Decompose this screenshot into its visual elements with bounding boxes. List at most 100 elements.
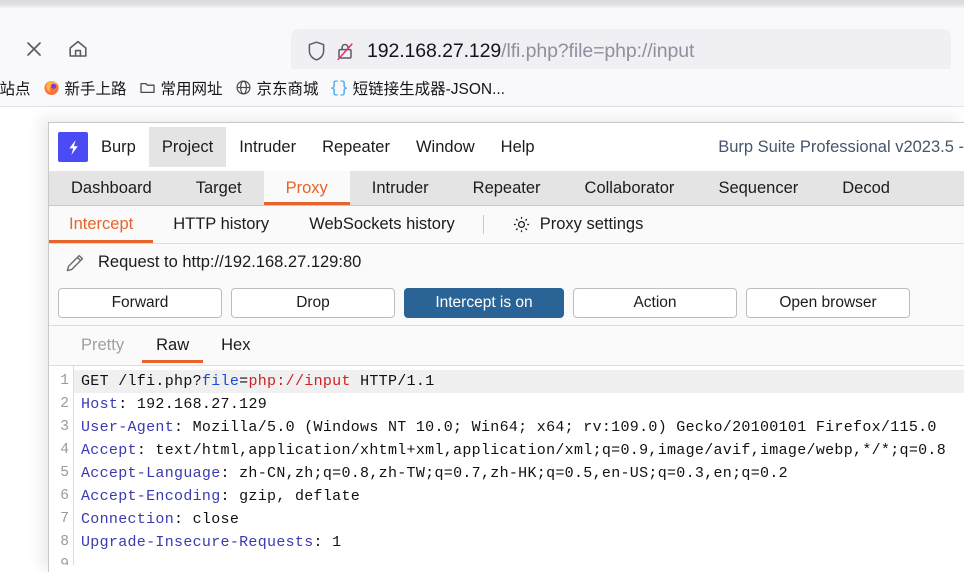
request-raw-text[interactable]: GET /lfi.php?file=php://input HTTP/1.1 Ho… [74, 366, 964, 565]
line-number: 6 [60, 488, 69, 504]
intercept-toggle-button[interactable]: Intercept is on [404, 288, 564, 318]
bookmarks-bar: 方站点 新手上路 常用网址 [0, 69, 964, 106]
menu-item-repeater[interactable]: Repeater [309, 127, 403, 167]
bookmark-label: 常用网址 [160, 80, 223, 98]
drop-button[interactable]: Drop [231, 288, 395, 318]
code-token: : text/html,application/xhtml+xml,applic… [136, 442, 947, 459]
menu-item-burp[interactable]: Burp [88, 127, 149, 167]
code-token: : gzip, deflate [220, 488, 361, 505]
line-number: 9 [60, 557, 69, 565]
view-tab-raw[interactable]: Raw [140, 326, 205, 365]
code-line: Connection: close [74, 508, 964, 531]
burp-lightning-icon[interactable] [58, 132, 88, 162]
tab-proxy[interactable]: Proxy [263, 171, 350, 205]
json-braces-icon: {} [329, 78, 349, 97]
proxy-sub-tabs: Intercept HTTP history WebSockets histor… [49, 206, 964, 244]
line-number: 4 [60, 442, 69, 458]
close-x-icon[interactable] [18, 33, 50, 65]
open-browser-button[interactable]: Open browser [746, 288, 910, 318]
subtab-websockets-history[interactable]: WebSockets history [289, 206, 475, 243]
code-token: User-Agent [81, 419, 175, 436]
view-tab-hex[interactable]: Hex [205, 326, 266, 365]
bookmark-label: 京东商城 [256, 80, 319, 98]
line-number: 1 [60, 373, 69, 389]
code-line: Host: 192.168.27.129 [74, 393, 964, 416]
burp-menu-bar: Burp Project Intruder Repeater Window He… [49, 123, 964, 171]
line-number: 3 [60, 419, 69, 435]
code-token: file [201, 373, 240, 390]
url-text: 192.168.27.129/lfi.php?file=php://input [367, 40, 694, 63]
code-token: : 1 [313, 534, 342, 551]
bookmark-label: 短链接生成器-JSON... [352, 80, 505, 98]
shield-icon [303, 38, 329, 64]
code-line: Upgrade-Insecure-Requests: 1 [74, 531, 964, 554]
bookmark-label: 方站点 [0, 80, 31, 98]
view-tab-pretty[interactable]: Pretty [65, 326, 140, 365]
line-number: 5 [60, 465, 69, 481]
action-button[interactable]: Action [573, 288, 737, 318]
message-view-tabs: Pretty Raw Hex [49, 326, 964, 365]
subtab-intercept[interactable]: Intercept [49, 206, 154, 243]
code-token: Host [81, 396, 119, 413]
tab-repeater[interactable]: Repeater [451, 171, 563, 205]
subtab-divider [482, 215, 484, 234]
tab-target[interactable]: Target [174, 171, 264, 205]
menu-item-window[interactable]: Window [403, 127, 488, 167]
menu-item-help[interactable]: Help [488, 127, 548, 167]
proxy-settings-label: Proxy settings [539, 215, 644, 233]
globe-icon [235, 79, 252, 96]
code-token: Accept-Language [81, 465, 221, 482]
code-line: Accept-Language: zh-CN,zh;q=0.8,zh-TW;q=… [74, 462, 964, 485]
proxy-settings-button[interactable]: Proxy settings [492, 206, 664, 243]
request-target-row: Request to http://192.168.27.129:80 [49, 244, 964, 281]
url-host: 192.168.27.129 [367, 39, 502, 62]
bookmark-item[interactable]: 京东商城 [229, 75, 325, 101]
code-token: Accept-Encoding [81, 488, 221, 505]
request-editor[interactable]: 12345678910 GET /lfi.php?file=php://inpu… [49, 365, 964, 565]
menu-item-intruder[interactable]: Intruder [226, 127, 309, 167]
tab-intruder[interactable]: Intruder [350, 171, 451, 205]
bookmark-item[interactable]: {} 短链接生成器-JSON... [325, 75, 511, 101]
burp-suite-window: Burp Project Intruder Repeater Window He… [48, 122, 964, 572]
line-number: 7 [60, 511, 69, 527]
browser-tab-strip [0, 0, 964, 8]
line-number-gutter: 12345678910 [49, 366, 74, 565]
intercept-action-bar: Forward Drop Intercept is on Action Open… [49, 281, 964, 326]
code-token: php://input [248, 373, 351, 390]
menu-item-project[interactable]: Project [148, 127, 227, 167]
code-token: : zh-CN,zh;q=0.8,zh-TW;q=0.7,zh-HK;q=0.5… [220, 465, 788, 482]
code-token: : 192.168.27.129 [118, 396, 268, 413]
bookmark-item[interactable]: 常用网址 [133, 75, 229, 101]
code-token: Connection [81, 511, 175, 528]
broken-lock-icon[interactable] [331, 38, 359, 64]
burp-main-tabs: Dashboard Target Proxy Intruder Repeater… [49, 171, 964, 206]
browser-navigation-bar: 192.168.27.129/lfi.php?file=php://input [0, 11, 964, 73]
subtab-http-history[interactable]: HTTP history [153, 206, 289, 243]
code-token: Accept [81, 442, 137, 459]
forward-button[interactable]: Forward [58, 288, 222, 318]
line-number: 2 [60, 396, 69, 412]
home-icon[interactable] [62, 33, 94, 65]
code-token: HTTP/1.1 [350, 373, 435, 390]
tab-sequencer[interactable]: Sequencer [696, 171, 820, 205]
url-path: /lfi.php?file=php://input [501, 39, 695, 62]
tab-collaborator[interactable]: Collaborator [563, 171, 697, 205]
code-token: Upgrade-Insecure-Requests [81, 534, 314, 551]
gear-icon [512, 215, 532, 235]
screen-root: 192.168.27.129/lfi.php?file=php://input … [0, 0, 964, 572]
code-line: Accept: text/html,application/xhtml+xml,… [74, 439, 964, 462]
folder-icon [139, 79, 156, 96]
code-line: User-Agent: Mozilla/5.0 (Windows NT 10.0… [74, 416, 964, 439]
bookmark-item[interactable]: 新手上路 [37, 75, 133, 101]
tab-dashboard[interactable]: Dashboard [49, 171, 174, 205]
pencil-icon[interactable] [62, 250, 87, 275]
bookmark-item[interactable]: 方站点 [0, 75, 37, 101]
request-target-label: Request to http://192.168.27.129:80 [98, 253, 362, 271]
url-bar[interactable]: 192.168.27.129/lfi.php?file=php://input [291, 29, 951, 73]
code-line: Accept-Encoding: gzip, deflate [74, 485, 964, 508]
tab-decoder[interactable]: Decod [820, 171, 912, 205]
bookmark-label: 新手上路 [64, 80, 127, 98]
line-number: 8 [60, 534, 69, 550]
code-token: : Mozilla/5.0 (Windows NT 10.0; Win64; x… [174, 419, 937, 436]
